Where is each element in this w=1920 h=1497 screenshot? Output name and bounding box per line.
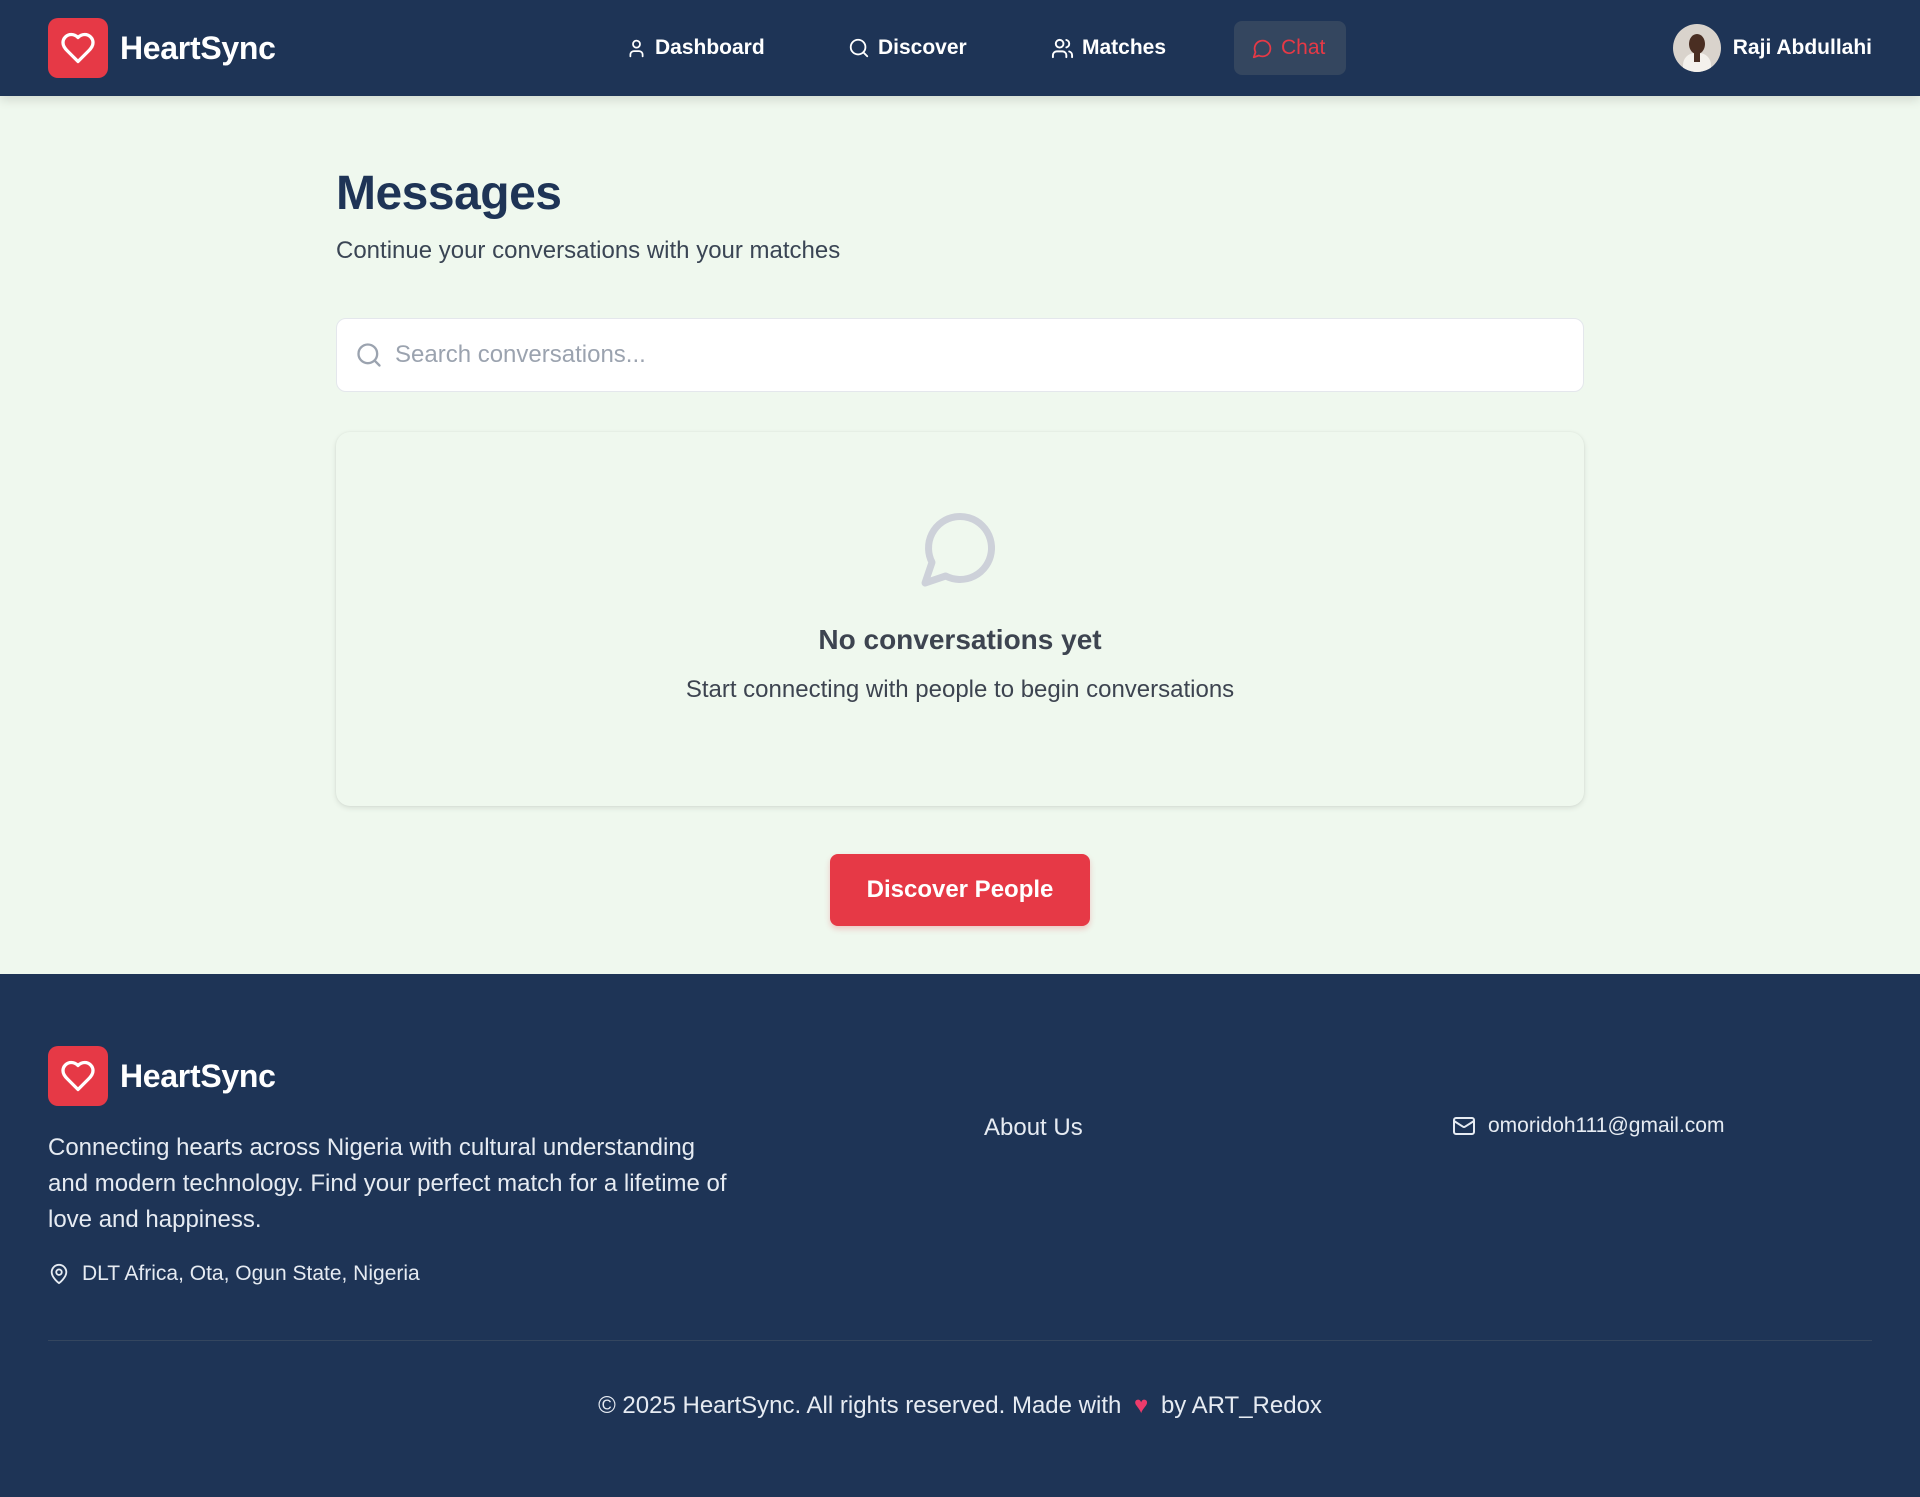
avatar bbox=[1672, 24, 1721, 72]
nav-dashboard-label: Dashboard bbox=[655, 36, 765, 59]
nav-discover[interactable]: Discover bbox=[830, 21, 985, 75]
user-name: Raji Abdullahi bbox=[1732, 36, 1872, 59]
users-icon bbox=[1051, 38, 1074, 58]
copyright-credit: by ART_Redox bbox=[1160, 1392, 1322, 1419]
nav-dashboard[interactable]: Dashboard bbox=[608, 21, 783, 75]
discover-people-button[interactable]: Discover People bbox=[830, 854, 1090, 926]
message-circle-icon bbox=[921, 512, 996, 587]
footer: HeartSync Connecting hearts across Niger… bbox=[0, 974, 1920, 1497]
mail-icon bbox=[1453, 1117, 1475, 1135]
search-icon bbox=[357, 343, 381, 367]
footer-brand[interactable]: HeartSync bbox=[48, 1046, 276, 1106]
map-pin-icon bbox=[50, 1263, 68, 1285]
page-subtitle: Continue your conversations with your ma… bbox=[336, 237, 841, 264]
nav-discover-label: Discover bbox=[878, 36, 967, 59]
nav-matches[interactable]: Matches bbox=[1033, 21, 1184, 75]
footer-email-text: omoridoh111@gmail.com bbox=[1488, 1114, 1725, 1137]
footer-divider bbox=[48, 1340, 1872, 1341]
page-title: Messages bbox=[336, 167, 562, 220]
footer-brand-name: HeartSync bbox=[120, 1057, 276, 1094]
nav-chat-label: Chat bbox=[1281, 36, 1326, 59]
user-icon bbox=[629, 39, 644, 57]
main-nav: Dashboard Discover Matches Chat bbox=[0, 0, 1920, 96]
heart-logo-icon bbox=[48, 1046, 108, 1106]
user-menu[interactable]: Raji Abdullahi bbox=[1672, 24, 1872, 72]
message-circle-icon bbox=[1252, 39, 1272, 58]
nav-chat[interactable]: Chat bbox=[1234, 21, 1346, 75]
footer-location-text: DLT Africa, Ota, Ogun State, Nigeria bbox=[82, 1262, 420, 1285]
top-navbar: HeartSync Dashboard Discover Matches Cha… bbox=[0, 0, 1920, 96]
search-icon bbox=[849, 38, 869, 58]
search-input[interactable] bbox=[395, 341, 1545, 369]
empty-state-title: No conversations yet bbox=[818, 624, 1102, 655]
footer-email-link[interactable]: omoridoh111@gmail.com bbox=[1452, 1114, 1724, 1138]
copyright-text: © 2025 HeartSync. All rights reserved. M… bbox=[598, 1392, 1122, 1419]
footer-description: Connecting hearts across Nigeria with cu… bbox=[48, 1134, 727, 1233]
footer-about-link[interactable]: About Us bbox=[984, 1114, 1083, 1142]
nav-matches-label: Matches bbox=[1082, 36, 1167, 59]
heart-icon: ♥ bbox=[1134, 1392, 1149, 1419]
footer-copyright: © 2025 HeartSync. All rights reserved. M… bbox=[0, 1392, 1920, 1420]
empty-state-text: Start connecting with people to begin co… bbox=[685, 676, 1235, 703]
footer-location: DLT Africa, Ota, Ogun State, Nigeria bbox=[48, 1262, 420, 1286]
empty-state-card: No conversations yet Start connecting wi… bbox=[336, 432, 1584, 806]
search-box bbox=[336, 318, 1584, 392]
